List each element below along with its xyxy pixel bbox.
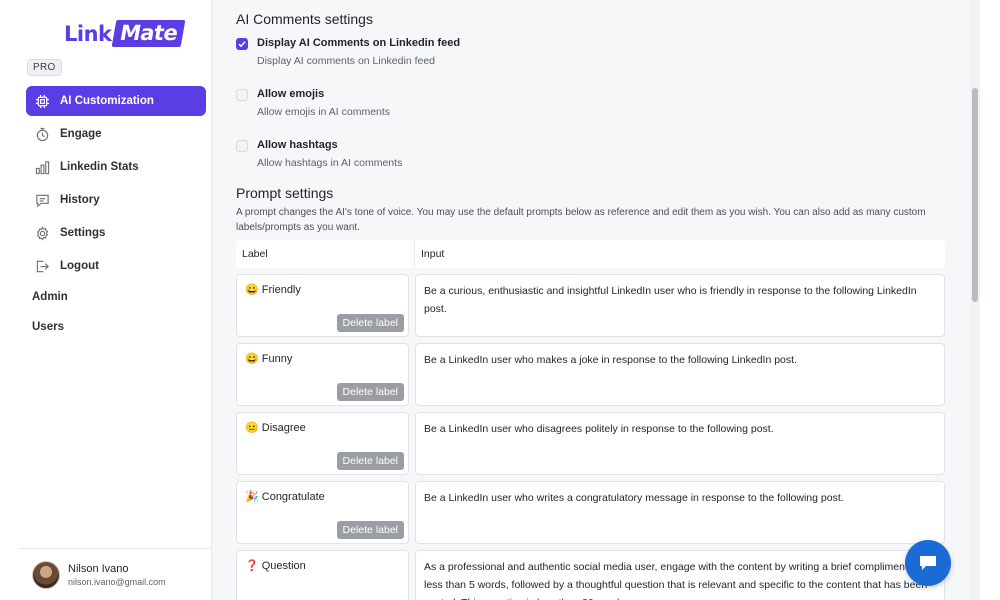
prompt-input-field[interactable]: As a professional and authentic social m… — [415, 550, 945, 600]
checkmark-icon — [238, 41, 246, 48]
setting-description: Allow hashtags in AI comments — [257, 157, 403, 169]
chat-support-button[interactable] — [905, 540, 951, 586]
logout-icon — [34, 258, 50, 274]
setting-description: Allow emojis in AI comments — [257, 106, 391, 118]
prompt-label-text[interactable]: 🎉 Congratulate — [245, 490, 325, 503]
allow-hashtags-checkbox[interactable] — [236, 140, 248, 152]
prompt-settings-title: Prompt settings — [236, 185, 334, 201]
prompt-label-text[interactable]: 😄 Funny — [245, 352, 292, 365]
sidebar-item-engage[interactable]: Engage — [26, 119, 206, 149]
table-row: 😀 Friendly Delete label Be a curious, en… — [236, 274, 945, 338]
logo-text-mate: Mate — [111, 20, 186, 47]
setting-label: Allow emojis — [257, 88, 325, 100]
delete-label-button[interactable]: Delete label — [336, 452, 404, 470]
window-edge — [980, 0, 1000, 600]
prompt-label-cell[interactable]: ❓ Question Delete label — [236, 550, 409, 600]
table-row: 😄 Funny Delete label Be a LinkedIn user … — [236, 343, 945, 407]
setting-allow-hashtags: Allow hashtags Allow hashtags in AI comm… — [236, 139, 402, 169]
prompt-settings-description: A prompt changes the AI's tone of voice.… — [236, 207, 926, 233]
main-content: AI Comments settings Display AI Comments… — [212, 0, 970, 600]
prompt-label-cell[interactable]: 😀 Friendly Delete label — [236, 274, 409, 337]
engage-icon — [34, 126, 50, 142]
prompt-input-field[interactable]: Be a LinkedIn user who writes a congratu… — [415, 481, 945, 544]
table-row: ❓ Question Delete label As a professiona… — [236, 550, 945, 600]
sidebar: Link Mate PRO AI Customization Engage Li… — [0, 0, 212, 600]
prompt-label-text[interactable]: 😀 Friendly — [245, 283, 301, 296]
avatar — [32, 560, 60, 589]
gear-icon — [34, 225, 50, 241]
prompt-input-field[interactable]: Be a LinkedIn user who disagrees politel… — [415, 412, 945, 475]
display-ai-comments-checkbox[interactable] — [236, 38, 248, 50]
user-profile[interactable]: Nilson Ivano nilson.ivano@gmail.com — [20, 548, 212, 600]
sidebar-item-users[interactable]: Users — [32, 321, 64, 333]
sidebar-nav: AI Customization Engage Linkedin Stats H… — [26, 86, 206, 284]
delete-label-button[interactable]: Delete label — [336, 521, 404, 539]
bar-chart-icon — [34, 159, 50, 175]
setting-display-ai-comments: Display AI Comments on Linkedin feed Dis… — [236, 37, 460, 67]
prompt-label-cell[interactable]: 😄 Funny Delete label — [236, 343, 409, 406]
column-header-input: Input — [421, 248, 445, 260]
sidebar-item-label: Linkedin Stats — [60, 161, 139, 173]
table-row: 🎉 Congratulate Delete label Be a LinkedI… — [236, 481, 945, 545]
prompt-table-header: Label Input — [236, 240, 945, 268]
prompt-label-cell[interactable]: 😐 Disagree Delete label — [236, 412, 409, 475]
sidebar-item-history[interactable]: History — [26, 185, 206, 215]
prompt-label-text[interactable]: 😐 Disagree — [245, 421, 306, 434]
user-name: Nilson Ivano — [68, 562, 129, 575]
sidebar-item-label: AI Customization — [60, 95, 154, 107]
sidebar-item-label: History — [60, 194, 100, 206]
allow-emojis-checkbox[interactable] — [236, 89, 248, 101]
sidebar-item-logout[interactable]: Logout — [26, 251, 206, 281]
chat-history-icon — [34, 192, 50, 208]
prompt-label-cell[interactable]: 🎉 Congratulate Delete label — [236, 481, 409, 544]
column-header-label: Label — [242, 248, 268, 260]
sidebar-item-label: Settings — [60, 227, 106, 239]
prompt-label-text[interactable]: ❓ Question — [245, 559, 306, 572]
scrollbar-thumb[interactable] — [972, 88, 978, 302]
setting-description: Display AI comments on Linkedin feed — [257, 55, 436, 67]
user-email: nilson.ivano@gmail.com — [68, 576, 166, 587]
sidebar-item-ai-customization[interactable]: AI Customization — [26, 86, 206, 116]
sidebar-item-label: Engage — [60, 128, 102, 140]
ai-comments-settings-title: AI Comments settings — [236, 11, 373, 27]
sidebar-item-admin[interactable]: Admin — [32, 291, 68, 303]
setting-label: Display AI Comments on Linkedin feed — [257, 37, 461, 49]
delete-label-button[interactable]: Delete label — [336, 314, 404, 332]
prompt-input-field[interactable]: Be a curious, enthusiastic and insightfu… — [415, 274, 945, 337]
column-divider — [414, 240, 415, 268]
linkmate-logo[interactable]: Link Mate — [64, 20, 186, 47]
prompt-input-field[interactable]: Be a LinkedIn user who makes a joke in r… — [415, 343, 945, 406]
chat-bubble-icon — [920, 556, 936, 570]
plan-badge: PRO — [27, 59, 62, 76]
table-row: 😐 Disagree Delete label Be a LinkedIn us… — [236, 412, 945, 476]
sidebar-item-settings[interactable]: Settings — [26, 218, 206, 248]
delete-label-button[interactable]: Delete label — [336, 383, 404, 401]
sidebar-item-label: Logout — [60, 260, 99, 272]
sidebar-item-linkedin-stats[interactable]: Linkedin Stats — [26, 152, 206, 182]
setting-allow-emojis: Allow emojis Allow emojis in AI comments — [236, 88, 390, 118]
ai-chip-icon — [34, 93, 50, 109]
logo-text-link: Link — [64, 21, 112, 46]
setting-label: Allow hashtags — [257, 139, 338, 151]
